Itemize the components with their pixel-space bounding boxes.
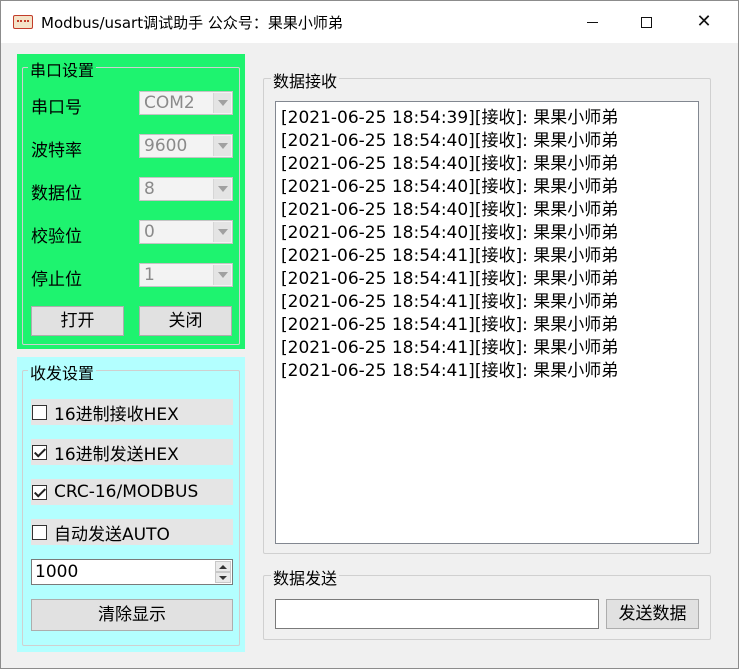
close-button[interactable]: ✕ bbox=[681, 1, 727, 43]
chevron-down-icon[interactable] bbox=[213, 222, 231, 242]
stopbits-select[interactable]: 1 bbox=[139, 263, 233, 287]
app-icon bbox=[13, 15, 33, 29]
baud-value: 9600 bbox=[144, 136, 188, 156]
hex-send-option[interactable]: 16进制发送HEX bbox=[31, 439, 233, 465]
log-line: [2021-06-25 18:54:40][接收]: 果果小师弟 bbox=[281, 223, 619, 243]
chevron-down-icon[interactable] bbox=[213, 179, 231, 199]
interval-value: 1000 bbox=[35, 562, 79, 582]
baud-label: 波特率 bbox=[31, 141, 82, 161]
port-select[interactable]: COM2 bbox=[139, 91, 233, 115]
close-port-button[interactable]: 关闭 bbox=[139, 306, 232, 336]
window-title: Modbus/usart调试助手 公众号：果果小师弟 bbox=[41, 13, 343, 32]
auto-send-label: 自动发送AUTO bbox=[54, 524, 170, 545]
spin-buttons bbox=[215, 561, 231, 583]
log-line: [2021-06-25 18:54:39][接收]: 果果小师弟 bbox=[281, 108, 619, 128]
minimize-icon bbox=[586, 21, 598, 23]
log-line: [2021-06-25 18:54:41][接收]: 果果小师弟 bbox=[281, 246, 619, 266]
databits-select[interactable]: 8 bbox=[139, 177, 233, 201]
parity-value: 0 bbox=[144, 222, 155, 242]
chevron-down-icon[interactable] bbox=[213, 93, 231, 113]
send-group-title: 数据发送 bbox=[271, 565, 340, 589]
log-line: [2021-06-25 18:54:41][接收]: 果果小师弟 bbox=[281, 361, 619, 381]
port-label: 串口号 bbox=[31, 98, 82, 118]
title-bar: Modbus/usart调试助手 公众号：果果小师弟 ✕ bbox=[1, 1, 738, 43]
log-line: [2021-06-25 18:54:40][接收]: 果果小师弟 bbox=[281, 200, 619, 220]
chevron-down-icon[interactable] bbox=[213, 265, 231, 285]
baud-select[interactable]: 9600 bbox=[139, 134, 233, 158]
spin-down-button[interactable] bbox=[215, 572, 231, 583]
maximize-icon bbox=[640, 16, 652, 28]
stopbits-label: 停止位 bbox=[31, 270, 82, 290]
crc16-label: CRC-16/MODBUS bbox=[54, 482, 199, 502]
send-input[interactable] bbox=[275, 599, 599, 629]
parity-label: 校验位 bbox=[31, 227, 82, 247]
log-line: [2021-06-25 18:54:40][接收]: 果果小师弟 bbox=[281, 154, 619, 174]
receive-textarea[interactable]: [2021-06-25 18:54:39][接收]: 果果小师弟 [2021-06… bbox=[275, 101, 699, 544]
minimize-button[interactable] bbox=[569, 1, 615, 43]
arrow-up-icon bbox=[219, 564, 227, 569]
receive-group-title: 数据接收 bbox=[271, 68, 340, 92]
maximize-button[interactable] bbox=[623, 1, 669, 43]
auto-send-option[interactable]: 自动发送AUTO bbox=[31, 519, 233, 545]
checkbox[interactable] bbox=[32, 404, 47, 420]
databits-value: 8 bbox=[144, 179, 155, 199]
clear-display-button[interactable]: 清除显示 bbox=[31, 599, 233, 631]
txrx-settings-title: 收发设置 bbox=[28, 360, 97, 384]
checkbox-checked[interactable] bbox=[32, 484, 47, 500]
hex-receive-option[interactable]: 16进制接收HEX bbox=[31, 399, 233, 425]
databits-label: 数据位 bbox=[31, 184, 82, 204]
port-value: COM2 bbox=[144, 93, 195, 113]
log-line: [2021-06-25 18:54:41][接收]: 果果小师弟 bbox=[281, 269, 619, 289]
checkbox-checked[interactable] bbox=[32, 444, 47, 460]
interval-spinbox[interactable]: 1000 bbox=[31, 559, 233, 585]
chevron-down-icon[interactable] bbox=[213, 136, 231, 156]
crc16-option[interactable]: CRC-16/MODBUS bbox=[31, 479, 233, 505]
close-icon: ✕ bbox=[696, 11, 712, 32]
arrow-down-icon bbox=[219, 575, 227, 580]
log-line: [2021-06-25 18:54:41][接收]: 果果小师弟 bbox=[281, 315, 619, 335]
open-port-button[interactable]: 打开 bbox=[31, 306, 124, 336]
send-data-button[interactable]: 发送数据 bbox=[606, 599, 699, 629]
checkbox[interactable] bbox=[32, 524, 47, 540]
stopbits-value: 1 bbox=[144, 265, 155, 285]
spin-up-button[interactable] bbox=[215, 561, 231, 572]
parity-select[interactable]: 0 bbox=[139, 220, 233, 244]
log-line: [2021-06-25 18:54:40][接收]: 果果小师弟 bbox=[281, 177, 619, 197]
app-window: Modbus/usart调试助手 公众号：果果小师弟 ✕ 串口设置 串口号 CO… bbox=[0, 0, 739, 669]
hex-send-label: 16进制发送HEX bbox=[54, 444, 179, 465]
log-line: [2021-06-25 18:54:41][接收]: 果果小师弟 bbox=[281, 338, 619, 358]
log-line: [2021-06-25 18:54:40][接收]: 果果小师弟 bbox=[281, 131, 619, 151]
serial-settings-title: 串口设置 bbox=[28, 57, 97, 81]
hex-receive-label: 16进制接收HEX bbox=[54, 404, 179, 425]
log-line: [2021-06-25 18:54:41][接收]: 果果小师弟 bbox=[281, 292, 619, 312]
